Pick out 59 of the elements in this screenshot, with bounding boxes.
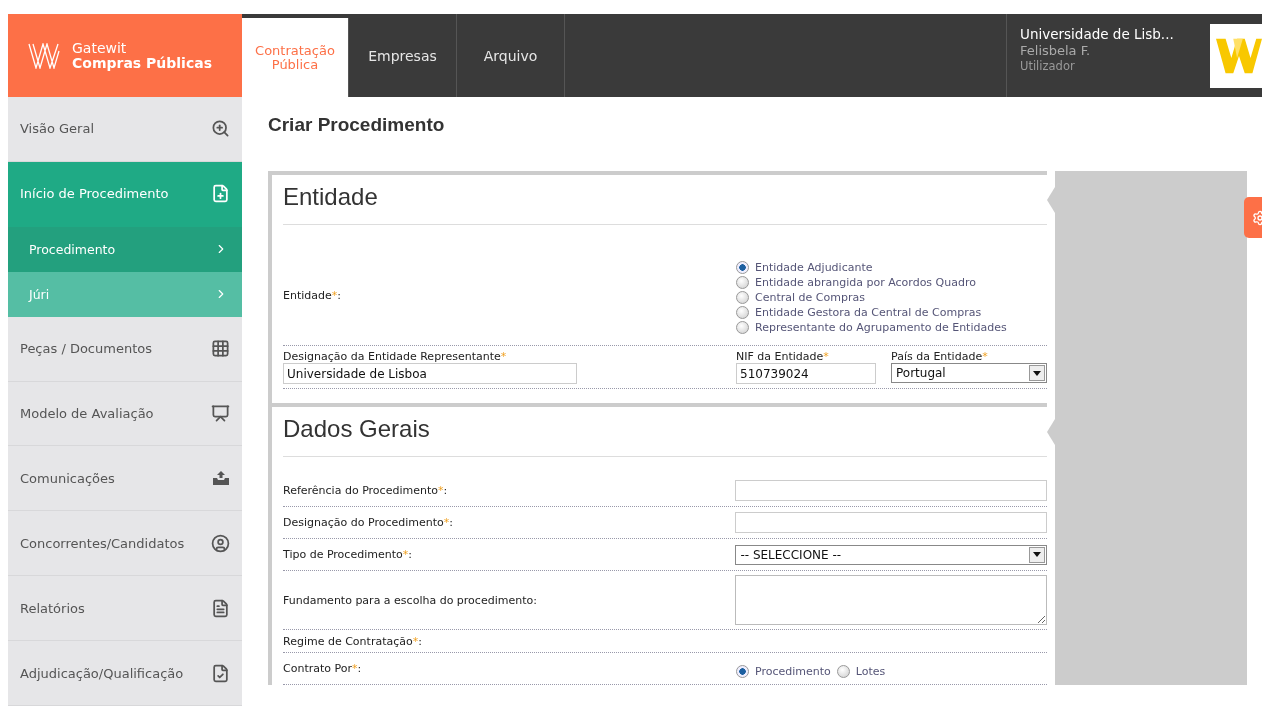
brand-name: Gatewit xyxy=(72,40,128,56)
radio-button[interactable] xyxy=(836,665,850,678)
brand-name: Compras Públicas xyxy=(72,55,212,71)
select-field[interactable]: -- SELECCIONE -- xyxy=(735,544,1047,565)
field-label: Tipo de Procedimento*: xyxy=(283,548,412,561)
sidebar-item-label: Relatórios xyxy=(20,600,85,616)
field-label: NIF da Entidade* xyxy=(736,350,830,363)
file-plus-icon xyxy=(211,184,230,204)
radio-button[interactable] xyxy=(736,260,749,274)
easel-icon xyxy=(211,403,230,423)
text-field[interactable] xyxy=(735,480,1047,501)
radio-label[interactable]: Procedimento xyxy=(755,665,831,678)
sidebar-item-label: Peças / Documentos xyxy=(20,341,152,357)
user-circle-icon xyxy=(211,533,230,553)
w-logo-icon xyxy=(1216,38,1262,74)
field-label: Entidade*: xyxy=(283,288,341,302)
organisation-name: Universidade de Lisb... xyxy=(1020,26,1175,42)
radio-label[interactable]: Entidade abrangida por Acordos Quadro xyxy=(755,275,976,289)
radio-label[interactable]: Lotes xyxy=(855,665,886,678)
radio-label[interactable]: Entidade Adjudicante xyxy=(755,260,873,274)
text-field[interactable]: 510739024 xyxy=(736,363,876,384)
field-label: País da Entidade* xyxy=(891,350,989,363)
w-logo-icon xyxy=(28,42,60,69)
file-check-icon xyxy=(211,663,230,683)
select-field[interactable]: Portugal xyxy=(891,363,1047,383)
document-icon xyxy=(211,598,230,618)
sidebar-subitem-label: Júri xyxy=(29,286,50,302)
radio-button[interactable] xyxy=(736,305,749,319)
field-label: Designação da Entidade Representante* xyxy=(283,350,508,363)
radio-label[interactable]: Entidade Gestora da Central de Compras xyxy=(755,305,982,319)
radio-button[interactable] xyxy=(736,275,749,289)
text-field[interactable]: Universidade de Lisboa xyxy=(283,363,577,384)
field-label: Fundamento para a escolha do procedimento: xyxy=(283,593,537,607)
sidebar-item-label: Adjudicação/Qualificação xyxy=(20,665,184,681)
radio-button[interactable] xyxy=(736,320,749,334)
radio-label[interactable]: Representante do Agrupamento de Entidades xyxy=(755,320,1007,334)
text-area[interactable] xyxy=(735,575,1047,625)
page-title: Criar Procedimento xyxy=(268,114,446,137)
sidebar-item-label: Concorrentes/Candidatos xyxy=(20,535,185,551)
sidebar-item-label: Visão Geral xyxy=(20,121,95,137)
field-label: Designação do Procedimento*: xyxy=(283,516,453,529)
text-field[interactable] xyxy=(735,512,1047,533)
field-label: Contrato Por*: xyxy=(283,662,362,675)
sidebar-item-label: Início de Procedimento xyxy=(20,186,169,202)
user-name: Felisbela F. xyxy=(1020,43,1092,58)
zoom-in-icon xyxy=(211,119,230,139)
section-title: Entidade xyxy=(283,175,1047,225)
radio-button[interactable] xyxy=(736,290,749,304)
user-role: Utilizador xyxy=(1020,59,1076,73)
section-title: Dados Gerais xyxy=(283,407,1047,457)
tray-upload-icon xyxy=(212,470,230,487)
field-label: Regime de Contratação*: xyxy=(283,634,422,648)
radio-label[interactable]: Central de Compras xyxy=(755,290,865,304)
sidebar-subitem-label: Procedimento xyxy=(29,241,116,257)
field-label: Referência do Procedimento*: xyxy=(283,484,448,497)
grid-icon xyxy=(211,339,230,359)
radio-button[interactable] xyxy=(736,665,749,678)
sidebar-item-label: Modelo de Avaliação xyxy=(20,405,154,421)
sidebar-item-label: Comunicações xyxy=(20,470,115,486)
